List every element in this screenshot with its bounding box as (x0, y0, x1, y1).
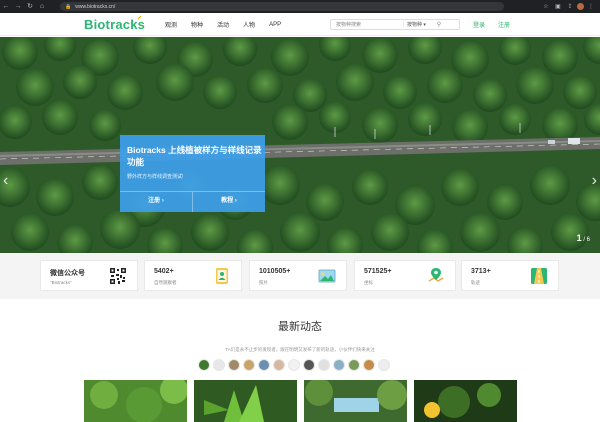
hero-card: Biotracks 上线植被样方与样线记录功能 野外样方与样线调查测试! 注册 … (120, 135, 265, 212)
star-icon[interactable]: ☆ (541, 3, 551, 10)
avatar[interactable] (273, 359, 285, 371)
browser-chrome: ← → ↻ ⌂ 🔒 www.biotracks.cn/ ☆ ▣ ⇪ ⋮ (0, 0, 600, 13)
stat-card-tracks[interactable]: 3713+ 轨迹 (461, 260, 559, 291)
avatar[interactable] (378, 359, 390, 371)
search-input[interactable] (331, 20, 403, 29)
avatar[interactable] (318, 359, 330, 371)
avatar[interactable] (258, 359, 270, 371)
latest-section-subtitle: TA们是永不止步的发现者，跟在明明又发布了新的轨迹，小伙伴们快来关注 (225, 347, 375, 352)
search-type-select[interactable]: 按物种 ▾ (403, 21, 433, 28)
carousel-next-icon[interactable]: › (592, 172, 597, 190)
avatar[interactable] (348, 359, 360, 371)
photo-icon (318, 269, 336, 283)
avatar[interactable] (288, 359, 300, 371)
stat-label: 自然观察者 (154, 280, 177, 285)
share-icon[interactable]: ⇪ (565, 3, 575, 10)
stat-card-coordinates[interactable]: 571525+ 坐标 (354, 260, 456, 291)
stat-value: 1010505+ (259, 268, 291, 275)
forest-road-image (0, 37, 600, 253)
avatar[interactable] (243, 359, 255, 371)
stat-label: 轨迹 (471, 280, 480, 285)
avatar[interactable] (213, 359, 225, 371)
nav-item-activities[interactable]: 活动 (217, 20, 229, 29)
hero-banner: ‹ › Biotracks 上线植被样方与样线记录功能 野外样方与样线调查测试!… (0, 37, 600, 253)
menu-icon[interactable]: ⋮ (586, 3, 596, 10)
photo-thumbnail[interactable] (84, 380, 187, 422)
pager-total: / 6 (583, 237, 590, 243)
logo-spark-icon (137, 15, 142, 20)
carousel-pager: 1 / 6 (577, 233, 590, 243)
url-text: www.biotracks.cn/ (75, 3, 116, 10)
nav-item-people[interactable]: 人物 (243, 20, 255, 29)
register-link[interactable]: 注册 (498, 20, 510, 29)
map-pin-icon (428, 268, 444, 282)
stat-card-photos[interactable]: 1010505+ 照片 (249, 260, 347, 291)
reload-icon[interactable]: ↻ (24, 0, 36, 13)
avatar[interactable] (363, 359, 375, 371)
photo-thumbnail[interactable] (414, 380, 517, 422)
stat-card-observers[interactable]: 5402+ 自然观察者 (144, 260, 242, 291)
stats-strip: 微信公众号 "Biotracks" 5402+ 自然观察者 1010505+ 照… (0, 253, 600, 299)
track-road-icon (531, 268, 547, 284)
pager-current: 1 (576, 233, 582, 243)
nav-item-app[interactable]: APP (269, 22, 281, 28)
observer-badge-icon (216, 268, 228, 284)
search-icon[interactable]: ⚲ (433, 21, 445, 28)
nav-item-species[interactable]: 物种 (191, 20, 203, 29)
extension-icon[interactable]: ▣ (553, 3, 563, 10)
search-box: 按物种 ▾ ⚲ (330, 19, 460, 30)
back-icon[interactable]: ← (0, 0, 12, 13)
site-logo[interactable]: Biotracks (84, 17, 145, 32)
profile-avatar[interactable] (577, 3, 584, 10)
forward-icon[interactable]: → (12, 0, 24, 13)
hero-tutorial-button[interactable]: 教程 › (193, 192, 265, 212)
user-avatar-row (198, 359, 390, 372)
site-header: Biotracks 观测 物种 活动 人物 APP 按物种 ▾ ⚲ 登录 注册 (0, 13, 600, 36)
lock-icon: 🔒 (65, 3, 72, 10)
photo-thumbnail[interactable] (304, 380, 407, 422)
login-link[interactable]: 登录 (473, 20, 485, 29)
hero-subtitle: 野外样方与样线调查测试! (127, 174, 184, 180)
hero-register-button[interactable]: 注册 › (120, 192, 193, 212)
stat-value: 5402+ (154, 268, 174, 275)
avatar[interactable] (198, 359, 210, 371)
stat-value: 微信公众号 (50, 270, 85, 277)
avatar[interactable] (333, 359, 345, 371)
home-icon[interactable]: ⌂ (36, 0, 48, 13)
latest-photo-grid (84, 380, 518, 422)
stat-card-wechat[interactable]: 微信公众号 "Biotracks" (40, 260, 138, 291)
qr-code-icon (109, 267, 127, 285)
stat-value: 3713+ (471, 268, 491, 275)
main-nav: 观测 物种 活动 人物 APP (165, 13, 295, 36)
stat-label: 坐标 (364, 280, 373, 285)
avatar[interactable] (303, 359, 315, 371)
stat-value: 571525+ (364, 268, 392, 275)
address-bar[interactable]: 🔒 www.biotracks.cn/ (60, 2, 504, 11)
latest-section-title: 最新动态 (278, 321, 322, 333)
stat-label: "Biotracks" (50, 280, 72, 285)
avatar[interactable] (228, 359, 240, 371)
nav-item-observations[interactable]: 观测 (165, 20, 177, 29)
hero-title: Biotracks 上线植被样方与样线记录功能 (127, 145, 262, 167)
carousel-prev-icon[interactable]: ‹ (3, 172, 8, 190)
stat-label: 照片 (259, 280, 268, 285)
photo-thumbnail[interactable] (194, 380, 297, 422)
